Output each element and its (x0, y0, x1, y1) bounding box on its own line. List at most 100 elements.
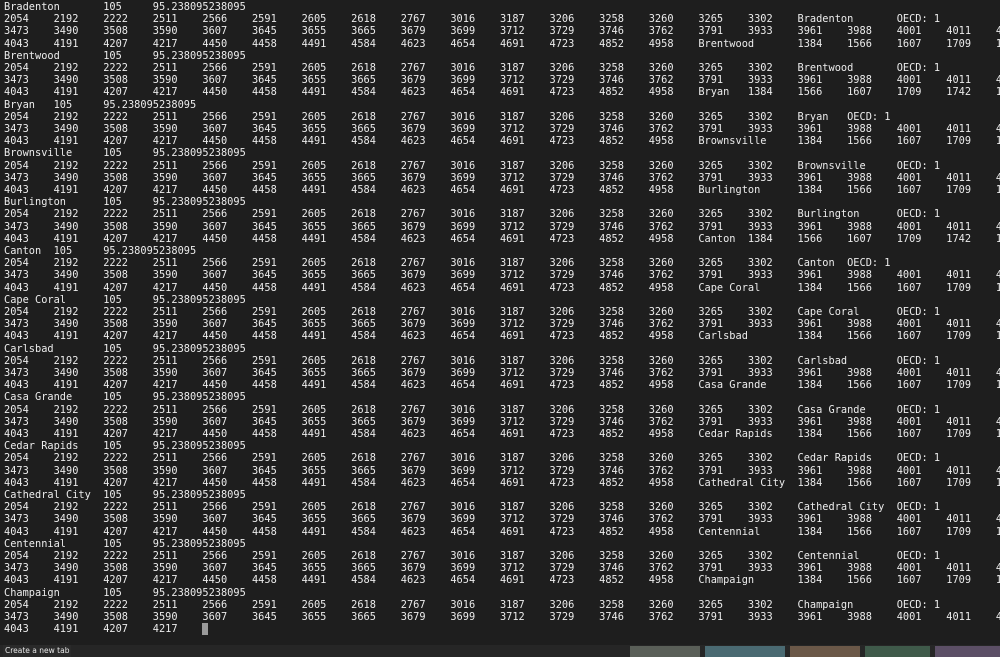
terminal-line-text: 4043 4191 4207 4217 (4, 623, 178, 636)
terminal-line: Champaign 105 95.238095238095 (4, 587, 1000, 599)
terminal-line-text: 2054 2192 2222 2511 2566 2591 2605 2618 … (4, 62, 941, 74)
terminal-line-text: Canton 105 95.238095238095 (4, 245, 197, 257)
terminal-line-text: 4043 4191 4207 4217 4450 4458 4491 4584 … (4, 86, 1000, 99)
terminal-line-text: 2054 2192 2222 2511 2566 2591 2605 2618 … (4, 452, 941, 465)
terminal-line: 4043 4191 4207 4217 4450 4458 4491 4584 … (4, 379, 1000, 391)
terminal-line: Carlsbad 105 95.238095238095 (4, 343, 1000, 355)
terminal-line-text: Brentwood 105 95.238095238095 (4, 49, 246, 62)
terminal-line-text: Brownsville 105 95.238095238095 (4, 147, 246, 160)
terminal-line: 2054 2192 2222 2511 2566 2591 2605 2618 … (4, 257, 1000, 269)
terminal-line-text: 2054 2192 2222 2511 2566 2591 2605 2618 … (4, 257, 891, 270)
terminal-line-text: 2054 2192 2222 2511 2566 2591 2605 2618 … (4, 110, 891, 123)
terminal-line-text: 4043 4191 4207 4217 4450 4458 4491 4584 … (4, 37, 1000, 50)
terminal-line-text: 2054 2192 2222 2511 2566 2591 2605 2618 … (4, 501, 941, 514)
terminal-line-text: 2054 2192 2222 2511 2566 2591 2605 2618 … (4, 159, 941, 172)
terminal-line-text: 4043 4191 4207 4217 4450 4458 4491 4584 … (4, 379, 1000, 392)
terminal-line: Cathedral City 105 95.238095238095 (4, 489, 1000, 501)
thumbnail-image (865, 646, 930, 657)
terminal-line: Cape Coral 105 95.238095238095 (4, 294, 1000, 306)
terminal-line: 3473 3490 3508 3590 3607 3645 3655 3665 … (4, 74, 1000, 86)
terminal-line-text: 3473 3490 3508 3590 3607 3645 3655 3665 … (4, 171, 1000, 184)
terminal-line: 2054 2192 2222 2511 2566 2591 2605 2618 … (4, 306, 1000, 318)
terminal-line: 3473 3490 3508 3590 3607 3645 3655 3665 … (4, 269, 1000, 281)
terminal-line-text: 2054 2192 2222 2511 2566 2591 2605 2618 … (4, 208, 941, 221)
terminal-line-text: Cathedral City 105 95.238095238095 (4, 489, 246, 501)
terminal-line: 3473 3490 3508 3590 3607 3645 3655 3665 … (4, 562, 1000, 574)
terminal-line-text: 2054 2192 2222 2511 2566 2591 2605 2618 … (4, 403, 941, 416)
terminal-line-text: 4043 4191 4207 4217 4450 4458 4491 4584 … (4, 330, 1000, 343)
terminal-line-text: 3473 3490 3508 3590 3607 3645 3655 3665 … (4, 562, 1000, 575)
terminal-line: 4043 4191 4207 4217 4450 4458 4491 4584 … (4, 330, 1000, 342)
terminal-line: 3473 3490 3508 3590 3607 3645 3655 3665 … (4, 611, 1000, 623)
terminal-line: 2054 2192 2222 2511 2566 2591 2605 2618 … (4, 355, 1000, 367)
terminal-line-text: 2054 2192 2222 2511 2566 2591 2605 2618 … (4, 354, 941, 367)
terminal-line-text: Bryan 105 95.238095238095 (4, 98, 197, 111)
terminal-line-text: 3473 3490 3508 3590 3607 3645 3655 3665 … (4, 220, 1000, 233)
terminal-line: 2054 2192 2222 2511 2566 2591 2605 2618 … (4, 13, 1000, 25)
thumbnail-image (790, 646, 860, 657)
terminal-output[interactable]: Bradenton 105 95.238095238095 2054 2192 2… (0, 0, 1000, 645)
terminal-line: 4043 4191 4207 4217 4450 4458 4491 4584 … (4, 184, 1000, 196)
terminal-line-text: 3473 3490 3508 3590 3607 3645 3655 3665 … (4, 367, 1000, 379)
terminal-line: 4043 4191 4207 4217 4450 4458 4491 4584 … (4, 574, 1000, 586)
terminal-line-text: 3473 3490 3508 3590 3607 3645 3655 3665 … (4, 318, 1000, 331)
terminal-line-text: Cedar Rapids 105 95.238095238095 (4, 440, 246, 453)
thumbnail-image (630, 646, 700, 657)
terminal-line-text: Burlington 105 95.238095238095 (4, 196, 246, 209)
terminal-line-text: 4043 4191 4207 4217 4450 4458 4491 4584 … (4, 574, 1000, 587)
terminal-line: 3473 3490 3508 3590 3607 3645 3655 3665 … (4, 465, 1000, 477)
terminal-line: 2054 2192 2222 2511 2566 2591 2605 2618 … (4, 404, 1000, 416)
terminal-line-text: 3473 3490 3508 3590 3607 3645 3655 3665 … (4, 464, 1000, 477)
terminal-line: 3473 3490 3508 3590 3607 3645 3655 3665 … (4, 318, 1000, 330)
terminal-line-text: 3473 3490 3508 3590 3607 3645 3655 3665 … (4, 513, 1000, 526)
terminal-line: 4043 4191 4207 4217 4450 4458 4491 4584 … (4, 526, 1000, 538)
terminal-line: 2054 2192 2222 2511 2566 2591 2605 2618 … (4, 501, 1000, 513)
terminal-line: Brownsville 105 95.238095238095 (4, 147, 1000, 159)
terminal-line-text: Carlsbad 105 95.238095238095 (4, 342, 246, 355)
terminal-line: Casa Grande 105 95.238095238095 (4, 391, 1000, 403)
terminal-line: 4043 4191 4207 4217 4450 4458 4491 4584 … (4, 38, 1000, 50)
terminal-line-text: 3473 3490 3508 3590 3607 3645 3655 3665 … (4, 269, 1000, 282)
terminal-line-text: 4043 4191 4207 4217 4450 4458 4491 4584 … (4, 281, 1000, 294)
terminal-line: 3473 3490 3508 3590 3607 3645 3655 3665 … (4, 513, 1000, 525)
terminal-line: 4043 4191 4207 4217 (4, 623, 1000, 636)
cursor-icon (202, 623, 209, 636)
terminal-line: 3473 3490 3508 3590 3607 3645 3655 3665 … (4, 123, 1000, 135)
terminal-line-text: Centennial 105 95.238095238095 (4, 537, 246, 550)
terminal-line: 3473 3490 3508 3590 3607 3645 3655 3665 … (4, 367, 1000, 379)
terminal-line: 4043 4191 4207 4217 4450 4458 4491 4584 … (4, 86, 1000, 98)
terminal-line: 4043 4191 4207 4217 4450 4458 4491 4584 … (4, 233, 1000, 245)
terminal-line-text: 4043 4191 4207 4217 4450 4458 4491 4584 … (4, 135, 1000, 148)
terminal-line: 2054 2192 2222 2511 2566 2591 2605 2618 … (4, 208, 1000, 220)
terminal-line-text: 4043 4191 4207 4217 4450 4458 4491 4584 … (4, 184, 1000, 196)
terminal-line: 2054 2192 2222 2511 2566 2591 2605 2618 … (4, 62, 1000, 74)
terminal-line: Centennial 105 95.238095238095 (4, 538, 1000, 550)
terminal-line-text: 3473 3490 3508 3590 3607 3645 3655 3665 … (4, 415, 1000, 428)
cursor-padding (178, 623, 203, 635)
terminal-line: 2054 2192 2222 2511 2566 2591 2605 2618 … (4, 599, 1000, 611)
terminal-line: 3473 3490 3508 3590 3607 3645 3655 3665 … (4, 172, 1000, 184)
terminal-line: 3473 3490 3508 3590 3607 3645 3655 3665 … (4, 25, 1000, 37)
terminal-line-text: 4043 4191 4207 4217 4450 4458 4491 4584 … (4, 525, 1000, 538)
terminal-line-text: 3473 3490 3508 3590 3607 3645 3655 3665 … (4, 611, 1000, 623)
terminal-line-text: 2054 2192 2222 2511 2566 2591 2605 2618 … (4, 550, 941, 562)
taskbar-strip: Create a new tab (0, 645, 1000, 657)
thumbnail-image (705, 646, 785, 657)
terminal-line: 4043 4191 4207 4217 4450 4458 4491 4584 … (4, 428, 1000, 440)
terminal-line-text: 2054 2192 2222 2511 2566 2591 2605 2618 … (4, 598, 941, 611)
terminal-line: Burlington 105 95.238095238095 (4, 196, 1000, 208)
thumbnail-image (935, 646, 1000, 657)
terminal-line: 2054 2192 2222 2511 2566 2591 2605 2618 … (4, 550, 1000, 562)
terminal-line-text: Champaign 105 95.238095238095 (4, 586, 246, 599)
terminal-line: Canton 105 95.238095238095 (4, 245, 1000, 257)
terminal-line: 3473 3490 3508 3590 3607 3645 3655 3665 … (4, 221, 1000, 233)
terminal-line-text: 3473 3490 3508 3590 3607 3645 3655 3665 … (4, 25, 1000, 38)
terminal-line: 4043 4191 4207 4217 4450 4458 4491 4584 … (4, 477, 1000, 489)
terminal-line-text: 2054 2192 2222 2511 2566 2591 2605 2618 … (4, 13, 941, 26)
terminal-line-text: Cape Coral 105 95.238095238095 (4, 293, 246, 306)
terminal-line: 3473 3490 3508 3590 3607 3645 3655 3665 … (4, 416, 1000, 428)
terminal-line: Brentwood 105 95.238095238095 (4, 50, 1000, 62)
terminal-line: Bradenton 105 95.238095238095 (4, 1, 1000, 13)
terminal-line-text: 4043 4191 4207 4217 4450 4458 4491 4584 … (4, 232, 1000, 245)
terminal-line: Bryan 105 95.238095238095 (4, 99, 1000, 111)
